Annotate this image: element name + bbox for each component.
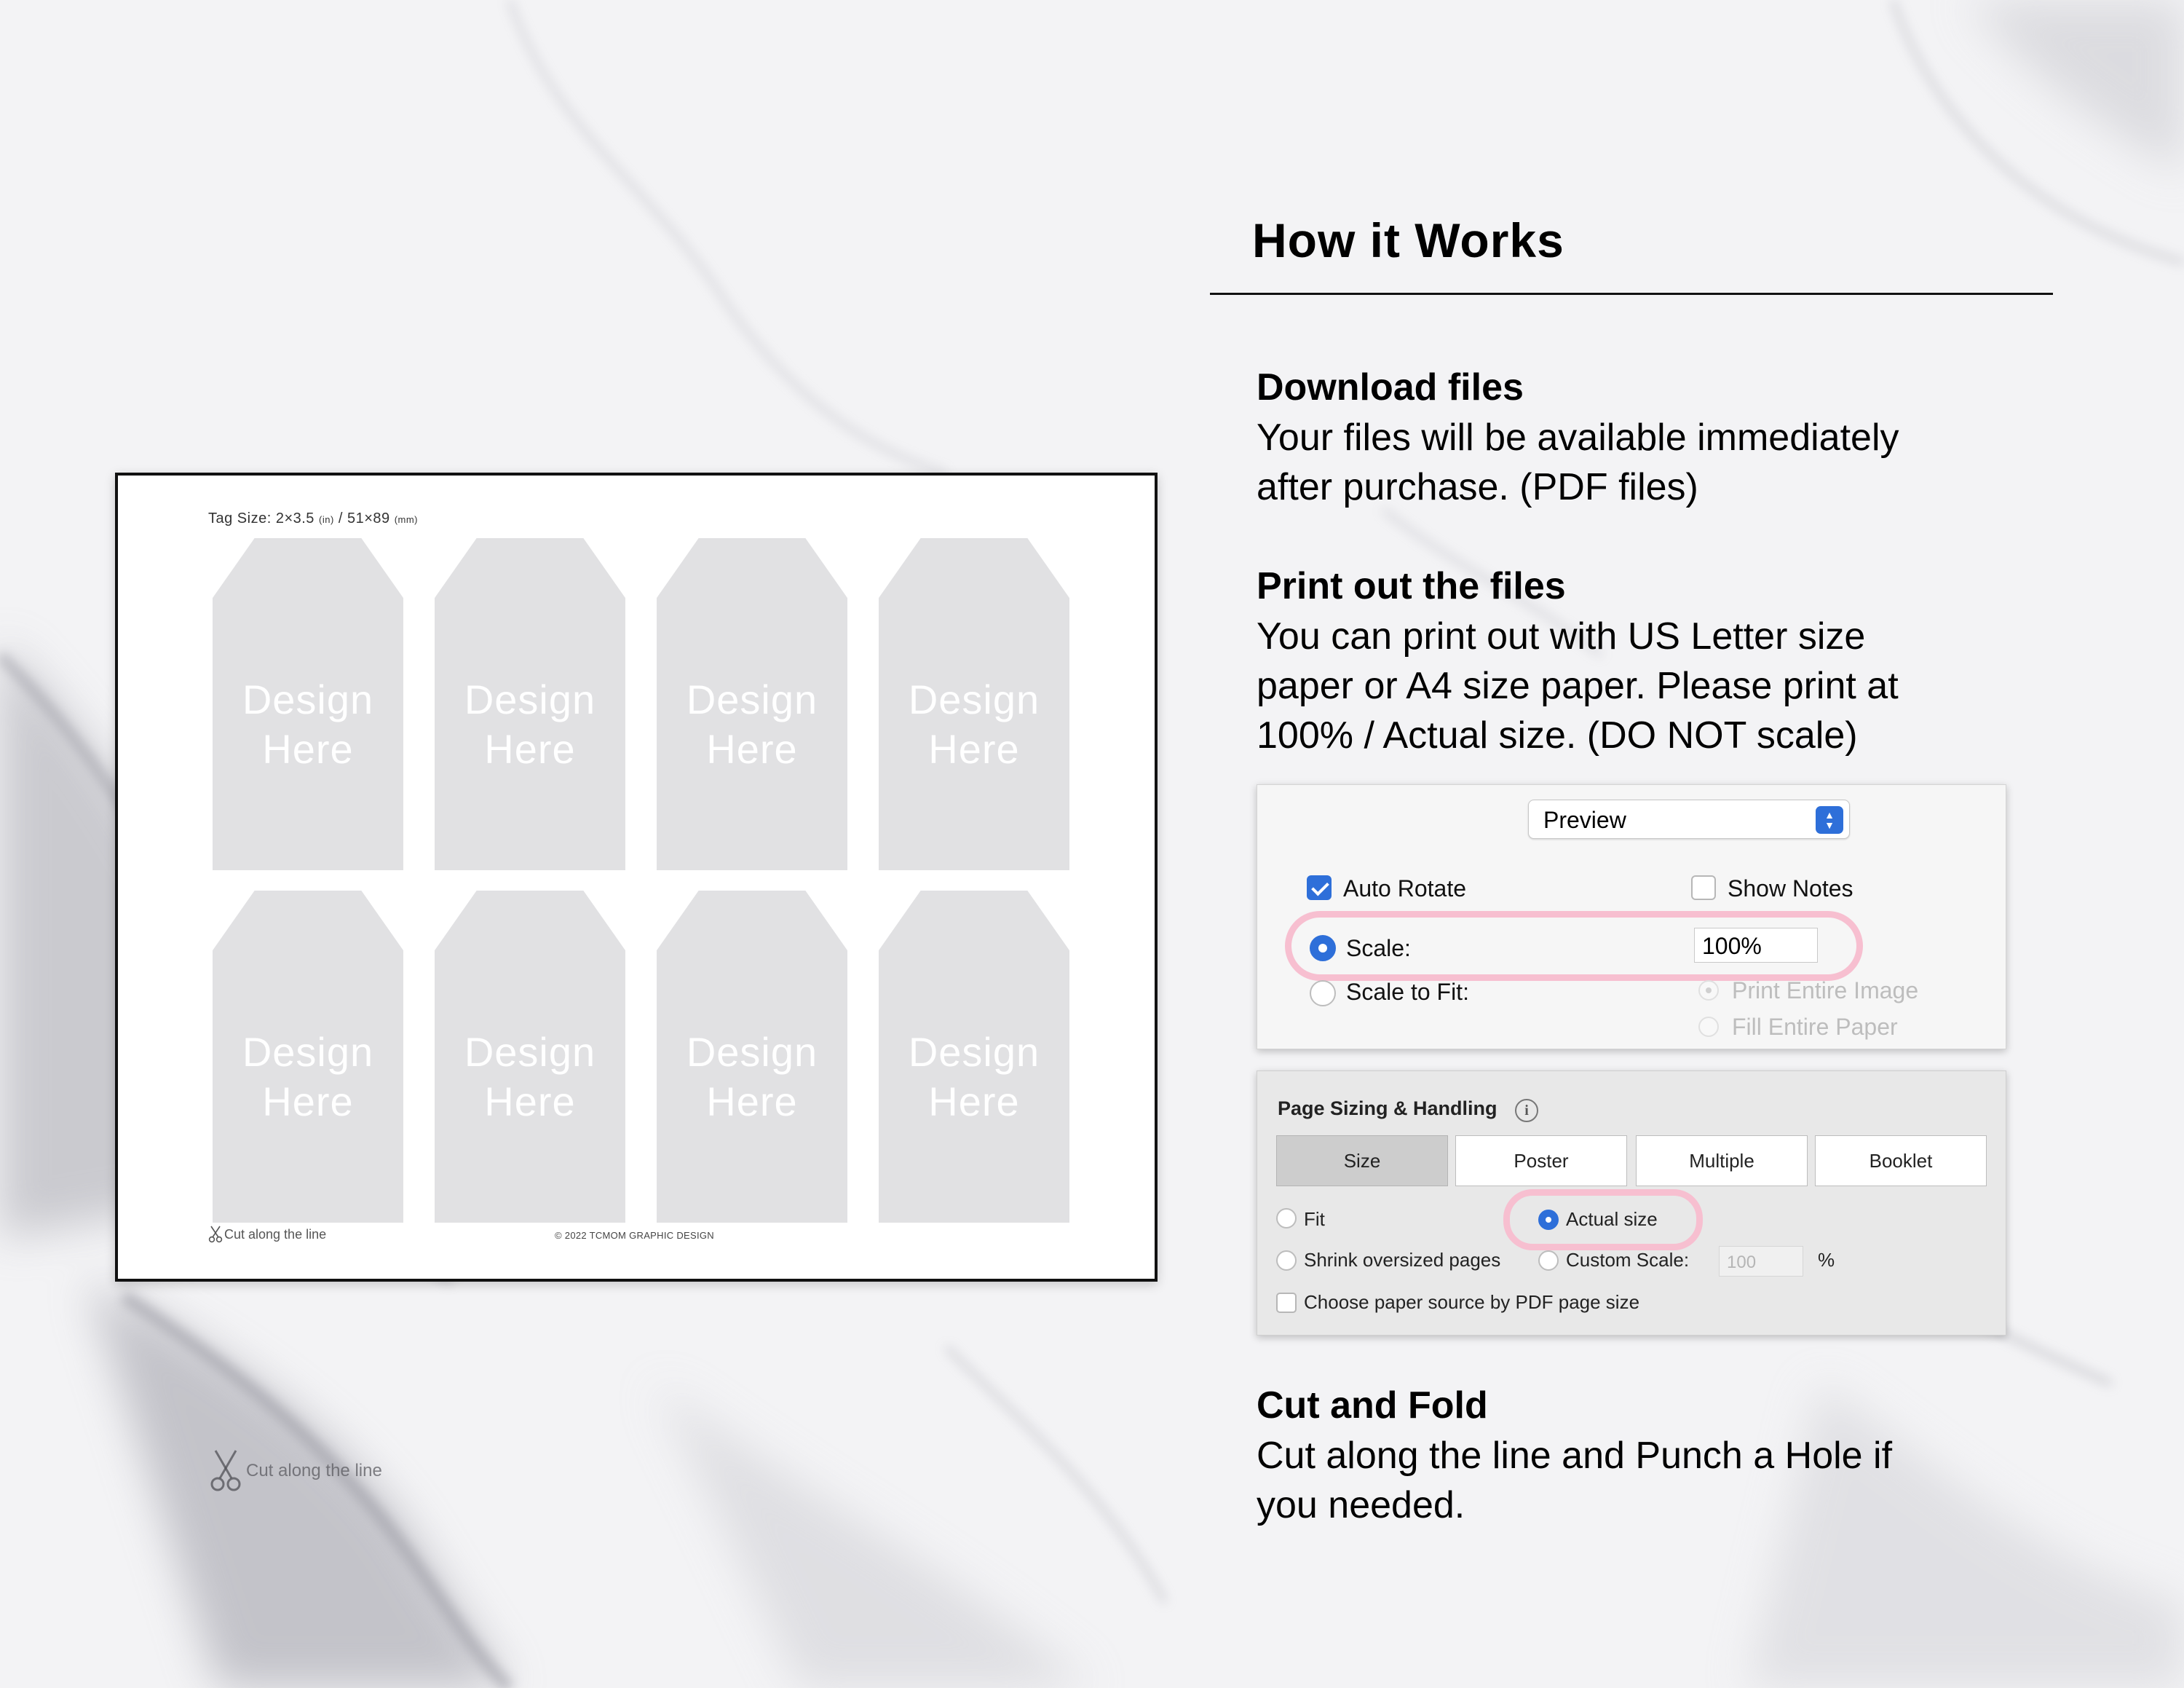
tag-template-sheet: Tag Size: 2×3.5 (in) / 51×89 (mm) Design… xyxy=(115,473,1158,1282)
tag-size-unit-mm: (mm) xyxy=(394,514,419,525)
custom-scale-input[interactable]: 100 xyxy=(1719,1246,1803,1277)
fit-label: Fit xyxy=(1304,1208,1325,1230)
section-download: Download files Your files will be availa… xyxy=(1257,362,2028,512)
tag-size-text: Tag Size: 2×3.5 xyxy=(208,510,314,526)
actual-size-label: Actual size xyxy=(1566,1208,1658,1230)
page-sizing-title: Page Sizing & Handling xyxy=(1278,1097,1497,1119)
copyright-text: © 2022 TCMOM GRAPHIC DESIGN xyxy=(555,1230,714,1241)
tag-design-text: Design Here xyxy=(464,677,596,772)
tag-placeholder: Design Here xyxy=(879,538,1069,870)
tag-design-text: Design Here xyxy=(464,1029,596,1124)
print-entire-image-radio[interactable] xyxy=(1698,980,1719,1001)
paper-source-label: Choose paper source by PDF page size xyxy=(1304,1291,1640,1313)
tag-placeholder: Design Here xyxy=(435,538,625,870)
scale-radio[interactable] xyxy=(1310,935,1336,961)
multiple-button[interactable]: Multiple xyxy=(1636,1135,1808,1186)
percent-label: % xyxy=(1818,1249,1835,1271)
tag-size-unit-in: (in) xyxy=(319,514,334,525)
sheet-cut-label: Cut along the line xyxy=(224,1226,327,1242)
section-body: Cut along the line and Punch a Hole if y… xyxy=(1257,1435,1893,1526)
custom-scale-label: Custom Scale: xyxy=(1566,1249,1690,1271)
auto-rotate-label: Auto Rotate xyxy=(1343,875,1466,902)
section-body: You can print out with US Letter size pa… xyxy=(1257,615,1899,757)
tag-placeholder: Design Here xyxy=(879,891,1069,1223)
app-options-select-label: Preview xyxy=(1543,807,1626,833)
title-divider xyxy=(1210,293,2053,295)
tag-design-text: Design Here xyxy=(242,677,374,772)
scale-to-fit-radio[interactable] xyxy=(1310,980,1336,1006)
section-heading: Print out the files xyxy=(1257,565,1566,607)
scissors-icon xyxy=(210,1450,241,1491)
preview-print-options-panel: Preview ▲ ▼ Auto Rotate Show Notes Scale:… xyxy=(1257,784,2006,1049)
sheet-cut-line: Cut along the line xyxy=(208,1226,326,1243)
scale-input[interactable]: 100% xyxy=(1694,928,1818,963)
section-print: Print out the files You can print out wi… xyxy=(1257,561,2028,760)
background-cut-label: Cut along the line xyxy=(246,1461,382,1480)
tag-design-text: Design Here xyxy=(242,1029,374,1124)
tag-size-label: Tag Size: 2×3.5 (in) / 51×89 (mm) xyxy=(208,510,418,527)
tag-design-text: Design Here xyxy=(908,1029,1040,1124)
scale-label: Scale: xyxy=(1346,935,1411,961)
tag-design-text: Design Here xyxy=(908,677,1040,772)
tag-placeholder: Design Here xyxy=(657,538,847,870)
tag-placeholder: Design Here xyxy=(435,891,625,1223)
shrink-oversized-radio[interactable] xyxy=(1276,1250,1297,1271)
background-cut-line: Cut along the line xyxy=(210,1449,382,1493)
scale-to-fit-label: Scale to Fit: xyxy=(1346,979,1469,1005)
actual-size-radio[interactable] xyxy=(1538,1210,1559,1230)
tag-design-text: Design Here xyxy=(686,1029,818,1124)
section-body: Your files will be available immediately… xyxy=(1257,417,1899,508)
fit-radio[interactable] xyxy=(1276,1208,1297,1228)
page-title: How it Works xyxy=(1252,213,1564,267)
poster-button[interactable]: Poster xyxy=(1455,1135,1627,1186)
select-stepper-icon: ▲ ▼ xyxy=(1816,806,1843,834)
scissors-icon xyxy=(208,1226,223,1243)
info-icon[interactable]: i xyxy=(1515,1099,1538,1122)
print-entire-image-label: Print Entire Image xyxy=(1732,977,1919,1003)
fill-entire-paper-radio[interactable] xyxy=(1698,1017,1719,1037)
custom-scale-radio[interactable] xyxy=(1538,1250,1559,1271)
shrink-oversized-label: Shrink oversized pages xyxy=(1304,1249,1501,1271)
tag-design-text: Design Here xyxy=(686,677,818,772)
show-notes-checkbox[interactable] xyxy=(1691,875,1716,900)
section-cut-fold: Cut and Fold Cut along the line and Punc… xyxy=(1257,1380,2028,1530)
section-heading: Cut and Fold xyxy=(1257,1384,1488,1427)
show-notes-label: Show Notes xyxy=(1728,875,1853,902)
auto-rotate-checkbox[interactable] xyxy=(1307,875,1332,900)
size-button[interactable]: Size xyxy=(1276,1135,1448,1186)
page-sizing-panel: Page Sizing & Handling i Size Poster Mul… xyxy=(1257,1070,2006,1336)
paper-source-checkbox[interactable] xyxy=(1276,1293,1297,1313)
section-heading: Download files xyxy=(1257,366,1524,409)
tag-placeholder: Design Here xyxy=(657,891,847,1223)
tag-placeholder: Design Here xyxy=(213,538,403,870)
tag-placeholder: Design Here xyxy=(213,891,403,1223)
fill-entire-paper-label: Fill Entire Paper xyxy=(1732,1014,1898,1040)
booklet-button[interactable]: Booklet xyxy=(1815,1135,1987,1186)
tag-size-mm-text: / 51×89 xyxy=(333,510,390,526)
app-options-select[interactable]: Preview ▲ ▼ xyxy=(1528,800,1850,839)
